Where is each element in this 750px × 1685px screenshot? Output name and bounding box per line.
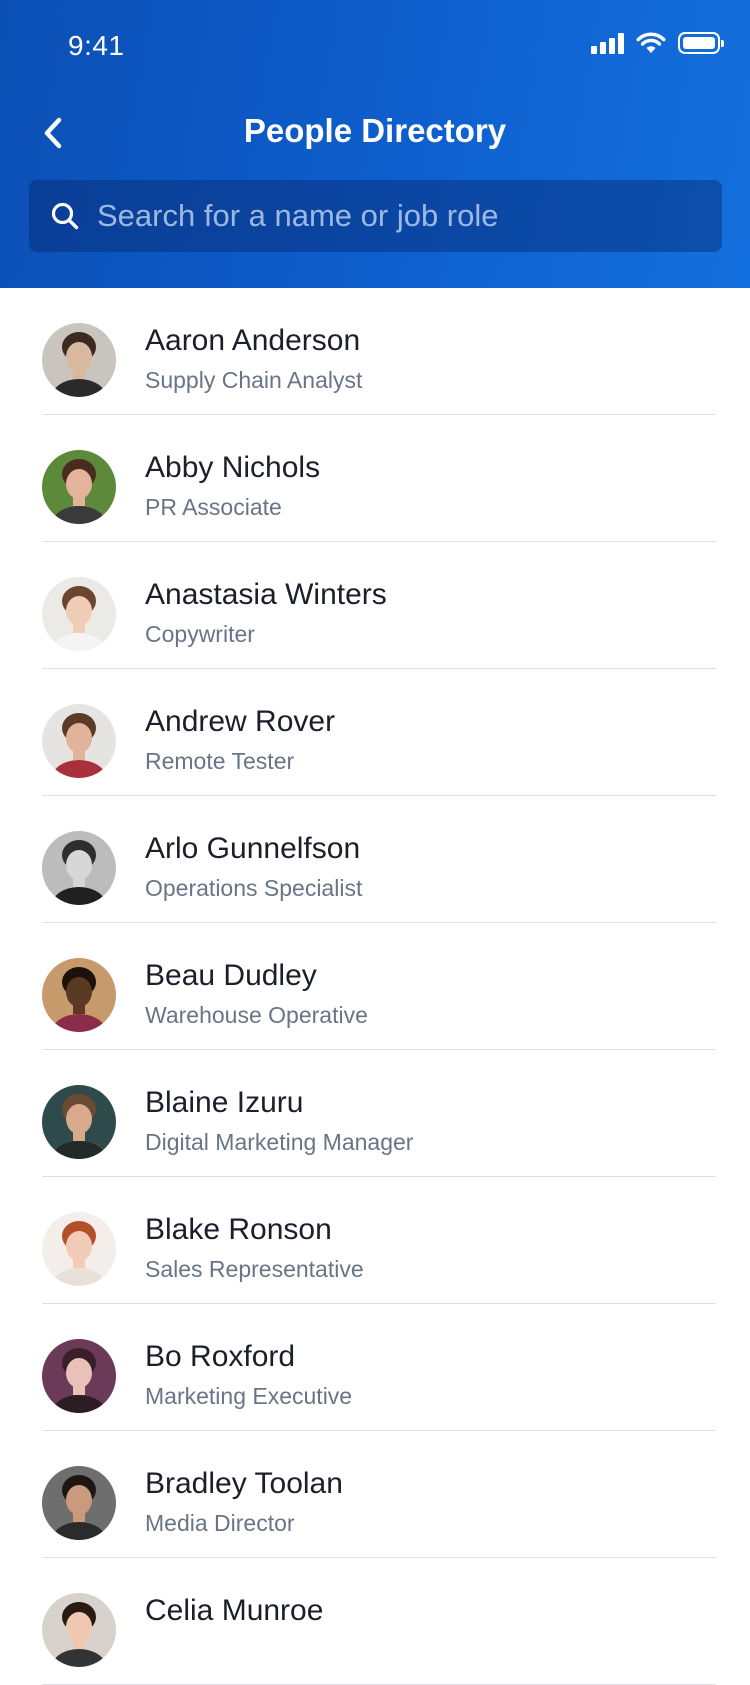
person-name: Bradley Toolan	[145, 1467, 343, 1500]
person-name: Bo Roxford	[145, 1340, 296, 1373]
person-row[interactable]: Blaine Izuru Digital Marketing Manager	[0, 1050, 750, 1177]
people-list: Aaron Anderson Supply Chain Analyst Abby N…	[0, 288, 750, 1685]
person-role: Sales Representative	[145, 1256, 364, 1282]
person-row[interactable]: Bradley Toolan Media Director	[0, 1431, 750, 1558]
search-icon	[51, 202, 79, 230]
avatar	[42, 1339, 116, 1413]
wifi-icon	[636, 32, 666, 53]
person-row[interactable]: Andrew Rover Remote Tester	[0, 669, 750, 796]
search-input[interactable]	[95, 197, 659, 235]
avatar	[42, 577, 116, 651]
person-row[interactable]: Celia Munroe	[0, 1558, 750, 1685]
person-name: Blake Ronson	[145, 1213, 332, 1246]
person-row[interactable]: Bo Roxford Marketing Executive	[0, 1304, 750, 1431]
avatar	[42, 450, 116, 524]
status-bar: 9:41	[0, 0, 750, 90]
person-name: Abby Nichols	[145, 451, 321, 484]
person-name: Beau Dudley	[145, 959, 317, 992]
search-bar[interactable]	[29, 180, 722, 252]
person-row[interactable]: Arlo Gunnelfson Operations Specialist	[0, 796, 750, 923]
person-role: Digital Marketing Manager	[145, 1129, 414, 1155]
person-role: PR Associate	[145, 494, 282, 520]
person-role: Copywriter	[145, 621, 255, 647]
person-row[interactable]: Anastasia Winters Copywriter	[0, 542, 750, 669]
person-name: Arlo Gunnelfson	[145, 832, 361, 865]
cellular-signal-icon	[591, 32, 624, 54]
person-name: Celia Munroe	[145, 1594, 324, 1627]
avatar	[42, 1593, 116, 1667]
person-row[interactable]: Abby Nichols PR Associate	[0, 415, 750, 542]
avatar	[42, 958, 116, 1032]
battery-icon	[678, 32, 724, 54]
person-role: Remote Tester	[145, 748, 295, 774]
person-role: Media Director	[145, 1510, 295, 1536]
person-row[interactable]: Beau Dudley Warehouse Operative	[0, 923, 750, 1050]
person-name: Anastasia Winters	[145, 578, 387, 611]
app-header: 9:41 People Directory	[0, 0, 750, 288]
person-name: Blaine Izuru	[145, 1086, 304, 1119]
avatar	[42, 1212, 116, 1286]
person-role: Warehouse Operative	[145, 1002, 368, 1028]
avatar	[42, 323, 116, 397]
avatar	[42, 1085, 116, 1159]
person-role: Operations Specialist	[145, 875, 363, 901]
avatar	[42, 704, 116, 778]
navigation-bar: People Directory	[0, 100, 750, 166]
person-row[interactable]: Blake Ronson Sales Representative	[0, 1177, 750, 1304]
status-icons	[591, 32, 724, 54]
avatar	[42, 1466, 116, 1540]
person-name: Andrew Rover	[145, 705, 336, 738]
person-row[interactable]: Aaron Anderson Supply Chain Analyst	[0, 288, 750, 415]
person-role: Supply Chain Analyst	[145, 367, 363, 393]
person-role: Marketing Executive	[145, 1383, 353, 1409]
person-name: Aaron Anderson	[145, 324, 361, 357]
avatar	[42, 831, 116, 905]
status-time: 9:41	[68, 30, 125, 61]
page-title: People Directory	[243, 112, 507, 149]
